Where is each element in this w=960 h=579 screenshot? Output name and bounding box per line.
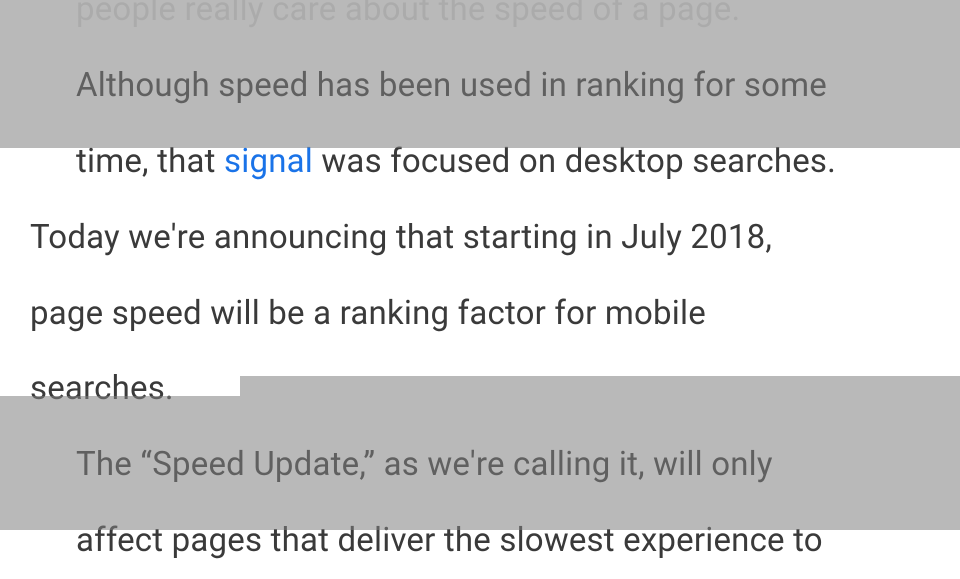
- text-line-6: The “Speed Update,” as we're calling it,…: [30, 427, 930, 503]
- text-line-7: affect pages that deliver the slowest ex…: [30, 503, 930, 579]
- highlight-line-1: Today we're announcing that starting in …: [30, 200, 930, 276]
- highlight-line-3: searches.: [30, 351, 930, 427]
- cut-off-line: people really care about the speed of a …: [30, 0, 930, 48]
- text-segment: in ranking for some: [532, 66, 827, 105]
- text-segment: was focused on desktop searches.: [313, 142, 836, 181]
- signal-link[interactable]: signal: [224, 142, 313, 181]
- text-segment: time, that: [76, 142, 224, 181]
- text-line-1: Although speed has been used in ranking …: [30, 48, 930, 124]
- text-segment: Although speed has been: [76, 66, 460, 105]
- text-segment: used: [460, 66, 532, 105]
- article-text: people really care about the speed of a …: [0, 0, 960, 579]
- highlight-line-2: page speed will be a ranking factor for …: [30, 276, 930, 352]
- text-line-2: time, that signal was focused on desktop…: [30, 124, 930, 200]
